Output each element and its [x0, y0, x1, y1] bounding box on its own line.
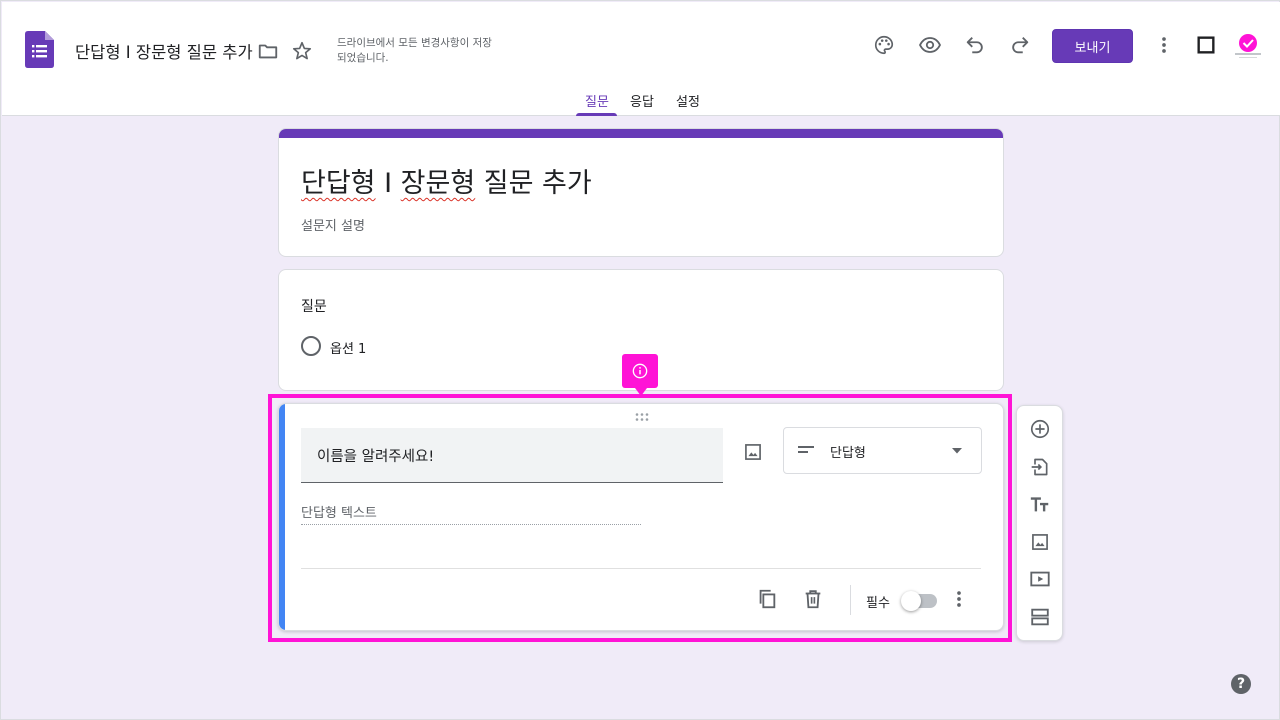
- palette-icon[interactable]: [871, 32, 897, 58]
- redo-icon[interactable]: [1007, 32, 1033, 58]
- required-label: 필수: [866, 596, 890, 611]
- send-button[interactable]: 보내기: [1052, 29, 1133, 63]
- page-frame: 단답형 I 장문형 질문 추가 드라이브에서 모든 변경사항이 저장되었습니다.…: [0, 0, 1280, 720]
- folder-icon[interactable]: [255, 38, 281, 64]
- header-bar: 단답형 I 장문형 질문 추가 드라이브에서 모든 변경사항이 저장되었습니다.…: [2, 2, 1280, 116]
- form-title[interactable]: 단답형 I 장문형 질문 추가: [301, 161, 592, 200]
- form-title-separator: I: [375, 168, 401, 199]
- tab-bar: 질문 응답 설정: [2, 82, 1280, 116]
- add-video-icon[interactable]: [1028, 567, 1052, 591]
- duplicate-icon[interactable]: [755, 587, 779, 611]
- add-title-icon[interactable]: [1028, 493, 1052, 517]
- add-question-icon[interactable]: [1028, 417, 1052, 441]
- more-vert-icon[interactable]: [1151, 32, 1177, 58]
- form-description[interactable]: 설문지 설명: [301, 215, 365, 234]
- active-tab-indicator: [576, 113, 617, 116]
- tab-questions[interactable]: 질문: [585, 91, 609, 110]
- star-icon[interactable]: [289, 38, 315, 64]
- form-title-word-2: 장문형: [400, 168, 476, 199]
- square-icon[interactable]: [1193, 32, 1219, 58]
- add-image-icon[interactable]: [741, 440, 765, 464]
- help-icon[interactable]: ?: [1231, 674, 1251, 694]
- tab-responses[interactable]: 응답: [630, 91, 654, 110]
- info-icon: [622, 354, 658, 396]
- radio-button-icon[interactable]: [301, 336, 321, 356]
- option-1-label[interactable]: 옵션 1: [330, 338, 366, 357]
- delete-icon[interactable]: [801, 587, 825, 611]
- save-status-text: 드라이브에서 모든 변경사항이 저장되었습니다.: [337, 37, 492, 64]
- answer-placeholder: 단답형 텍스트: [301, 506, 377, 521]
- question-card-2[interactable]: 이름을 알려주세요! 단답형 단답형 텍스트 필수: [278, 403, 1004, 631]
- form-title-word-3: 질문 추가: [475, 168, 592, 199]
- active-card-accent: [279, 404, 285, 630]
- form-title-card[interactable]: 단답형 I 장문형 질문 추가 설문지 설명: [278, 128, 1004, 257]
- more-options-icon[interactable]: [947, 587, 971, 611]
- preview-eye-icon[interactable]: [917, 32, 943, 58]
- short-answer-icon: [798, 446, 814, 453]
- add-section-icon[interactable]: [1028, 605, 1052, 629]
- footer-vertical-divider: [850, 585, 851, 615]
- question-1-title[interactable]: 질문: [301, 296, 327, 316]
- question-title-input[interactable]: 이름을 알려주세요!: [301, 428, 723, 483]
- answer-underline: [301, 524, 641, 525]
- document-title[interactable]: 단답형 I 장문형 질문 추가: [75, 39, 253, 63]
- footer-divider: [301, 568, 981, 569]
- drag-handle-icon[interactable]: [634, 412, 650, 422]
- undo-icon[interactable]: [962, 32, 988, 58]
- question-type-select[interactable]: 단답형: [783, 427, 982, 474]
- add-image-icon[interactable]: [1028, 530, 1052, 554]
- floating-toolbar: [1016, 405, 1063, 641]
- required-toggle-thumb: [901, 591, 921, 611]
- avatar-badge[interactable]: [1234, 32, 1262, 60]
- required-toggle[interactable]: [901, 591, 937, 611]
- import-questions-icon[interactable]: [1028, 455, 1052, 479]
- forms-logo-icon[interactable]: [25, 31, 54, 68]
- form-title-word-1: 단답형: [301, 168, 376, 199]
- title-card-accent: [279, 129, 1003, 138]
- question-type-label: 단답형: [830, 446, 866, 461]
- tab-settings[interactable]: 설정: [676, 91, 700, 110]
- chevron-down-icon: [952, 448, 962, 454]
